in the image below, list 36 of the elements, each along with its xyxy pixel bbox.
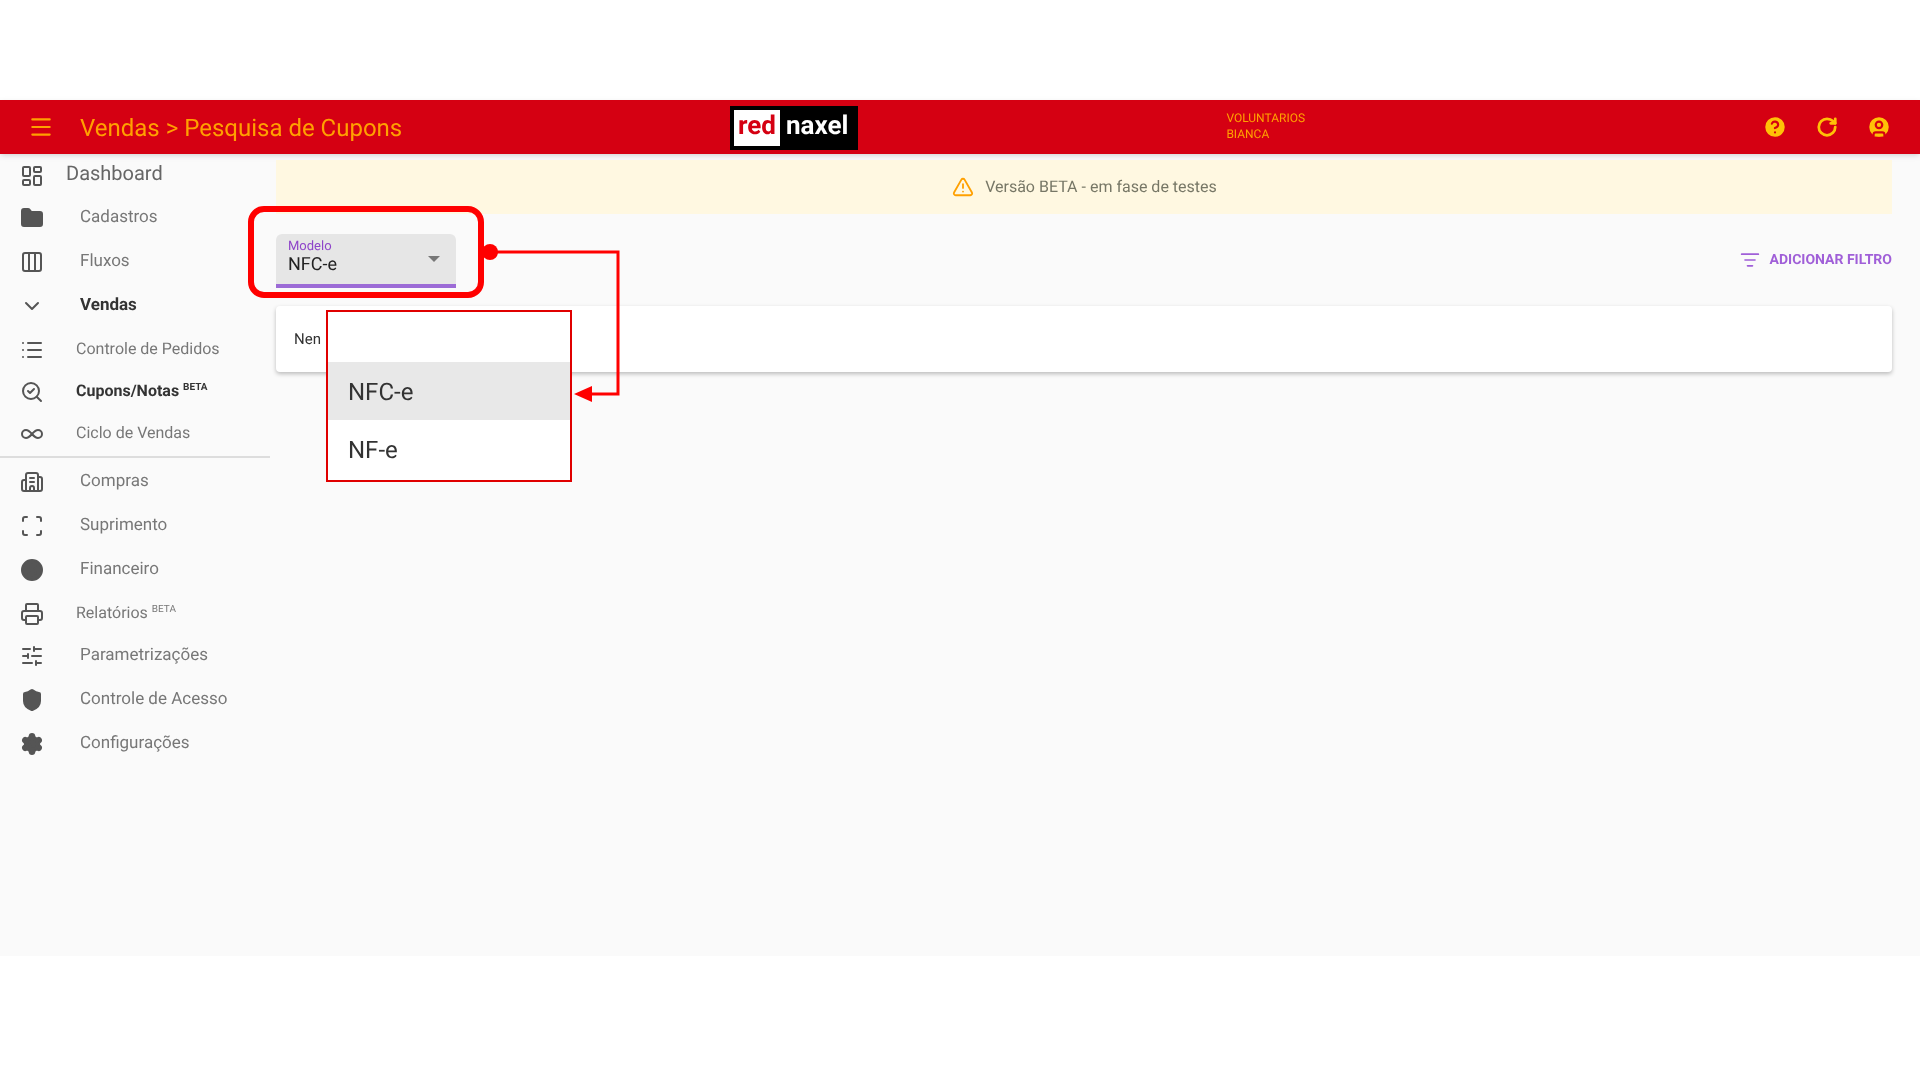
folder-icon — [20, 206, 44, 230]
sidebar-item[interactable]: Fluxos — [80, 249, 130, 275]
sidebar-item[interactable]: Controle de Pedidos — [76, 337, 220, 361]
sidebar-item[interactable]: Parametrizações — [80, 643, 208, 669]
frame-icon — [20, 514, 44, 538]
help-icon[interactable] — [1762, 114, 1788, 140]
filter-icon — [1739, 250, 1760, 270]
menu-button[interactable] — [28, 114, 54, 140]
dashboard-icon — [20, 163, 44, 187]
sidebar-item[interactable]: Suprimento — [80, 513, 168, 539]
caret-icon — [428, 255, 440, 261]
search-icon — [20, 379, 44, 403]
building-icon — [20, 470, 44, 494]
sidebar-item[interactable]: Cupons/Notas $^{BETA}$ — [76, 379, 208, 403]
banner-text: Versão BETA - em fase de testes — [985, 175, 1217, 199]
warning-icon — [951, 176, 974, 198]
dropdown-option[interactable]: NF-e — [328, 420, 570, 478]
account-icon[interactable] — [1866, 114, 1892, 140]
columns-icon — [20, 250, 44, 274]
sidebar-item[interactable]: Controle de Acesso — [80, 687, 228, 713]
sidebar-item[interactable]: Configurações — [80, 731, 190, 757]
gear-icon — [20, 732, 44, 756]
sidebar-item[interactable]: Compras — [80, 469, 149, 495]
sidebar-item[interactable]: Ciclo de Vendas — [76, 421, 191, 445]
refresh-icon[interactable] — [1816, 114, 1838, 140]
logo: red naxel — [730, 105, 859, 149]
sliders-icon — [20, 644, 44, 668]
printer-icon — [20, 601, 44, 625]
dropdown-option[interactable]: NFC-e — [328, 362, 570, 420]
sidebar-item[interactable]: Relatórios $^{BETA}$ — [76, 601, 176, 625]
shield-icon — [20, 688, 44, 712]
page-title: Vendas > Pesquisa de Cupons — [80, 111, 405, 145]
sidebar-item[interactable]: Vendas — [80, 293, 137, 319]
sidebar-item[interactable]: Financeiro — [80, 557, 159, 583]
sidebar-item[interactable]: Cadastros — [80, 205, 158, 231]
sidebar-item[interactable]: Dashboard — [66, 160, 163, 190]
